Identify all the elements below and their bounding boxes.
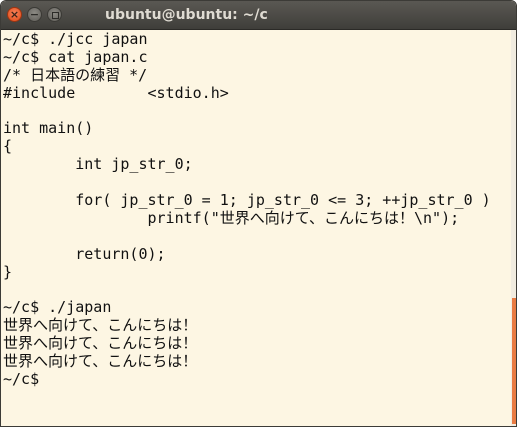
minimize-icon[interactable]: − xyxy=(27,7,42,22)
terminal-window: × − ubuntu@ubuntu: ~/c ~/c$ ./jcc japan ~… xyxy=(0,0,517,427)
terminal-line: #include <stdio.h> xyxy=(3,83,229,102)
scrollbar[interactable] xyxy=(511,30,516,426)
maximize-icon[interactable] xyxy=(47,7,62,22)
terminal-line: /* 日本語の練習 */ xyxy=(3,65,148,84)
terminal-line: int main() xyxy=(3,119,94,138)
terminal-line: ~/c$ xyxy=(3,369,40,388)
terminal-line: 世界へ向けて、こんにちは！ xyxy=(3,316,198,335)
terminal-line: 世界へ向けて、こんにちは！ xyxy=(3,334,198,353)
terminal-line: int jp_str_0; xyxy=(3,155,193,174)
terminal-line: 世界へ向けて、こんにちは！ xyxy=(3,352,198,371)
terminal-line: { xyxy=(3,137,13,156)
terminal-line: printf("世界へ向けて、こんにちは！\n"); xyxy=(3,208,460,227)
window-title: ubuntu@ubuntu: ~/c xyxy=(105,7,268,23)
terminal-area[interactable]: ~/c$ ./jcc japan ~/c$ cat japan.c/* 日本語の練… xyxy=(1,30,516,426)
close-icon[interactable]: × xyxy=(7,7,22,22)
terminal-line: return(0); xyxy=(3,244,166,263)
maximize-square-glyph xyxy=(52,12,59,19)
terminal-line: ~/c$ cat japan.c xyxy=(3,47,148,66)
terminal-line: ~/c$ ./japan xyxy=(3,298,112,317)
terminal-line: ~/c$ ./jcc japan xyxy=(3,30,148,48)
title-bar[interactable]: × − ubuntu@ubuntu: ~/c xyxy=(1,1,516,30)
scrollbar-thumb[interactable] xyxy=(512,298,516,424)
terminal-line: for( jp_str_0 = 1; jp_str_0 <= 3; ++jp_s… xyxy=(3,191,491,210)
terminal-line: } xyxy=(3,262,13,281)
terminal-output: ~/c$ ./jcc japan ~/c$ cat japan.c/* 日本語の練… xyxy=(3,30,491,389)
